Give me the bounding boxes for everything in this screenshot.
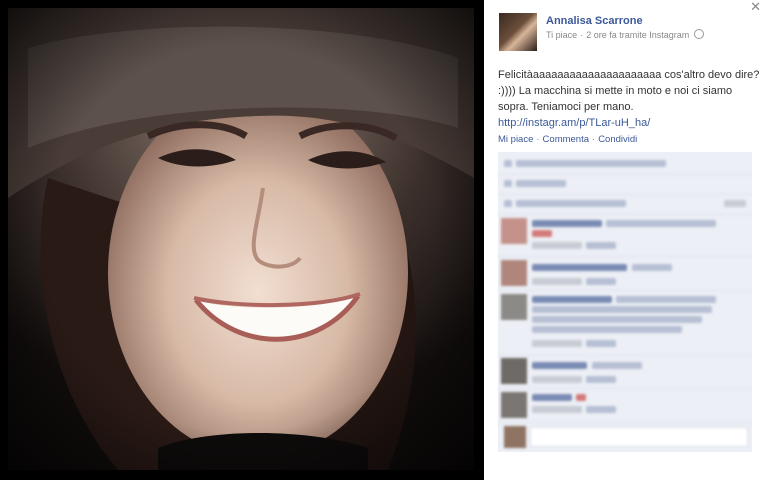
comment-like bbox=[586, 406, 616, 413]
comment-time bbox=[532, 242, 582, 249]
comments-section bbox=[498, 152, 752, 452]
comment-text bbox=[606, 220, 716, 227]
comment-emoji bbox=[532, 230, 552, 237]
commenter-name bbox=[532, 394, 572, 401]
author-avatar[interactable] bbox=[499, 13, 537, 51]
commenter-avatar bbox=[501, 392, 527, 418]
meta-like[interactable]: Ti piace bbox=[546, 30, 577, 40]
comment-time bbox=[532, 376, 582, 383]
commenter-avatar bbox=[501, 218, 527, 244]
meta-time[interactable]: 2 ore fa tramite Instagram bbox=[586, 30, 689, 40]
likes-row bbox=[498, 156, 752, 172]
likes-summary bbox=[516, 160, 666, 167]
comment-text bbox=[592, 362, 642, 369]
commenter-name bbox=[532, 264, 627, 271]
comment-text bbox=[532, 316, 702, 323]
comment-item bbox=[498, 216, 752, 256]
divider bbox=[498, 214, 752, 215]
divider bbox=[498, 388, 752, 389]
like-icon bbox=[504, 160, 512, 167]
comment-item bbox=[498, 258, 752, 292]
post-panel: ✕ Annalisa Scarrone Ti piace · 2 ore fa tr… bbox=[484, 0, 767, 480]
comment-icon bbox=[504, 200, 512, 207]
post-meta: Ti piace · 2 ore fa tramite Instagram bbox=[546, 29, 704, 40]
share-icon bbox=[504, 180, 512, 187]
post-text: Felicitàaaaaaaaaaaaaaaaaaaaaa cos'altro … bbox=[498, 67, 760, 131]
photo-illustration bbox=[8, 8, 474, 470]
commenter-name bbox=[532, 220, 602, 227]
globe-icon bbox=[693, 29, 704, 39]
action-separator: · bbox=[536, 134, 540, 145]
comment-time bbox=[532, 278, 582, 285]
action-separator: · bbox=[592, 134, 596, 145]
comment-like bbox=[586, 278, 616, 285]
viewer-avatar bbox=[504, 426, 526, 448]
divider bbox=[498, 290, 752, 291]
comment-like bbox=[586, 376, 616, 383]
view-more-comments bbox=[516, 200, 626, 207]
comment-emoji bbox=[576, 394, 586, 401]
divider bbox=[498, 256, 752, 257]
comment-text bbox=[532, 306, 712, 313]
divider bbox=[498, 174, 752, 175]
meta-separator: · bbox=[580, 30, 584, 40]
share-button[interactable]: Condividi bbox=[598, 134, 637, 145]
comment-text bbox=[532, 326, 682, 333]
shares-summary bbox=[516, 180, 566, 187]
post-photo[interactable] bbox=[8, 8, 474, 470]
commenter-avatar bbox=[501, 294, 527, 320]
shares-row bbox=[498, 176, 752, 192]
comment-like bbox=[586, 340, 616, 347]
view-more-row bbox=[498, 196, 752, 212]
commenter-name bbox=[532, 362, 587, 369]
comment-text bbox=[616, 296, 716, 303]
commenter-avatar bbox=[501, 260, 527, 286]
comment-button[interactable]: Commenta bbox=[543, 134, 589, 145]
comment-item bbox=[498, 358, 752, 390]
post-message: Felicitàaaaaaaaaaaaaaaaaaaaaa cos'altro … bbox=[498, 69, 760, 113]
comment-count bbox=[724, 200, 746, 207]
commenter-avatar bbox=[501, 358, 527, 384]
close-icon[interactable]: ✕ bbox=[750, 0, 761, 14]
divider bbox=[498, 422, 752, 423]
photo-viewer bbox=[0, 0, 484, 480]
comment-item bbox=[498, 390, 752, 422]
post-actions: Mi piace · Commenta · Condividi bbox=[498, 134, 637, 145]
comment-item bbox=[498, 292, 752, 354]
comment-input[interactable] bbox=[530, 427, 748, 447]
post-link[interactable]: http://instagr.am/p/TLar-uH_ha/ bbox=[498, 115, 760, 131]
comment-like bbox=[586, 242, 616, 249]
comment-time bbox=[532, 340, 582, 347]
divider bbox=[498, 194, 752, 195]
commenter-name bbox=[532, 296, 612, 303]
like-button[interactable]: Mi piace bbox=[498, 134, 533, 145]
author-name[interactable]: Annalisa Scarrone bbox=[546, 15, 643, 27]
comment-text bbox=[632, 264, 672, 271]
divider bbox=[498, 355, 752, 356]
comment-time bbox=[532, 406, 582, 413]
